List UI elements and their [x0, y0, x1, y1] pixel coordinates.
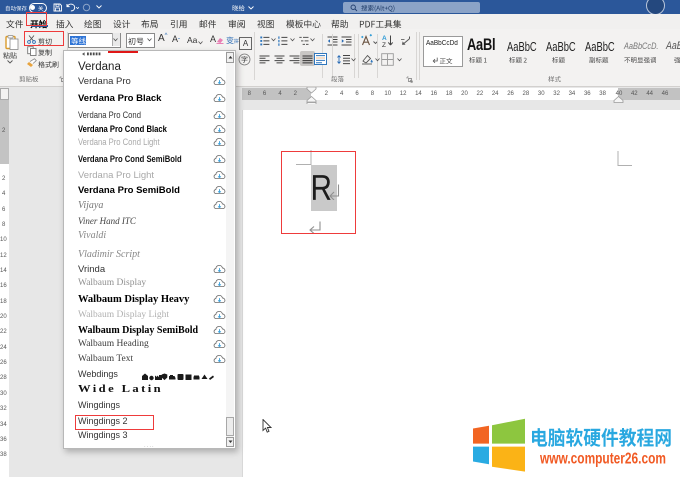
svg-text:A: A — [382, 35, 387, 42]
svg-text:Z: Z — [382, 42, 386, 47]
svg-text:www.computer26.com: www.computer26.com — [539, 451, 666, 468]
